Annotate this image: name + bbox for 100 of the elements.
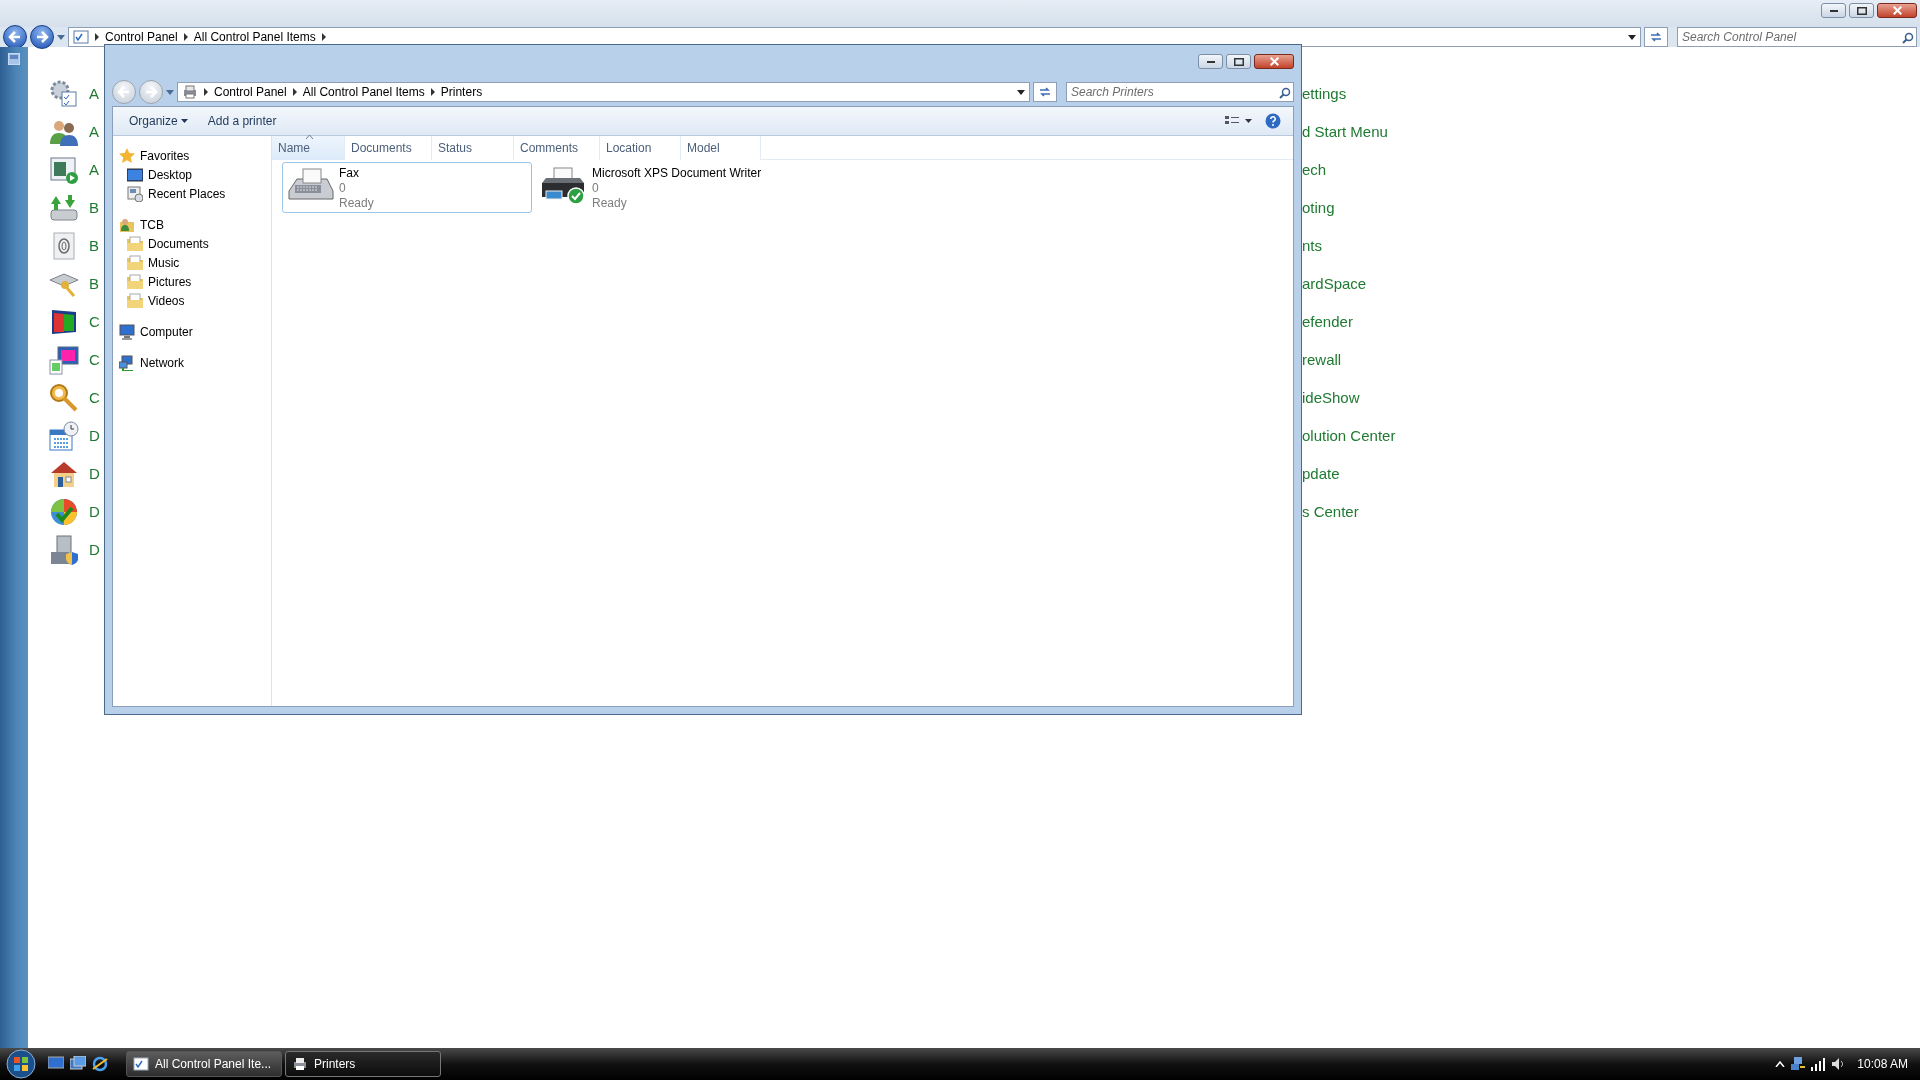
minimize-icon: [1206, 60, 1215, 63]
folder-icon: [127, 273, 143, 290]
item-link[interactable]: A: [89, 120, 99, 144]
checklist-icon: [133, 1057, 149, 1071]
forward-arrow-icon: [35, 30, 49, 44]
color-monitor-icon[interactable]: [48, 344, 80, 376]
item-link[interactable]: D: [89, 462, 100, 486]
nav-item[interactable]: Favorites: [113, 146, 271, 165]
nav-item[interactable]: Videos: [113, 291, 271, 310]
breadcrumb-item[interactable]: Control Panel: [105, 28, 178, 46]
close-button[interactable]: [1877, 3, 1917, 18]
item-link[interactable]: A: [89, 82, 99, 106]
printer-tile[interactable]: Microsoft XPS Document Writer 0 Ready: [535, 162, 785, 213]
breadcrumb-item[interactable]: Control Panel: [214, 83, 287, 101]
signal-icon[interactable]: [1811, 1057, 1826, 1071]
maximize-button[interactable]: [1849, 3, 1874, 18]
nav-item[interactable]: Recent Places: [113, 184, 271, 203]
nav-item[interactable]: TCB: [113, 215, 271, 234]
desktop-icon[interactable]: [48, 1056, 64, 1070]
item-link[interactable]: C: [89, 386, 100, 410]
maximize-icon: [1856, 6, 1867, 15]
column-header[interactable]: Comments: [514, 136, 600, 160]
refresh-button[interactable]: [1033, 82, 1057, 102]
search-field[interactable]: Search Control Panel: [1677, 27, 1917, 47]
server-shield-icon[interactable]: [48, 534, 80, 566]
item-link[interactable]: d Start Menu: [1302, 120, 1388, 144]
printer-tile[interactable]: Fax 0 Ready: [282, 162, 532, 213]
gadget-icon[interactable]: [8, 53, 20, 65]
item-link[interactable]: D: [89, 500, 100, 524]
start-button[interactable]: [6, 1049, 36, 1079]
maximize-icon: [1233, 57, 1244, 66]
show-hidden-icons-icon[interactable]: [1775, 1061, 1786, 1067]
breadcrumb-item[interactable]: All Control Panel Items: [302, 83, 425, 101]
item-link[interactable]: ardSpace: [1302, 272, 1367, 296]
item-link[interactable]: rewall: [1302, 348, 1342, 372]
breadcrumb-item[interactable]: All Control Panel Items: [193, 28, 316, 46]
maximize-button[interactable]: [1226, 54, 1251, 69]
item-link[interactable]: A: [89, 158, 99, 182]
item-link[interactable]: B: [89, 272, 99, 296]
address-bar[interactable]: Control Panel All Control Panel Items: [68, 27, 1641, 47]
dropdown-arrow-icon[interactable]: [1628, 34, 1636, 40]
forward-button[interactable]: [30, 25, 54, 49]
minimize-button[interactable]: [1821, 3, 1846, 18]
nav-item[interactable]: Music: [113, 253, 271, 272]
item-link[interactable]: C: [89, 310, 100, 334]
column-header[interactable]: Status: [432, 136, 514, 160]
item-link[interactable]: nts: [1302, 234, 1322, 258]
item-link[interactable]: oting: [1302, 196, 1335, 220]
search-icon[interactable]: [1279, 86, 1291, 99]
checklist-icon: [73, 30, 89, 44]
search-field[interactable]: Search Printers: [1066, 82, 1294, 102]
item-link[interactable]: D: [89, 538, 100, 562]
item-link[interactable]: s Center: [1302, 500, 1359, 524]
taskbar-button[interactable]: Printers: [285, 1051, 441, 1077]
nav-item[interactable]: Computer: [113, 322, 271, 341]
nav-item[interactable]: Pictures: [113, 272, 271, 291]
item-link[interactable]: pdate: [1302, 462, 1340, 486]
item-link[interactable]: B: [89, 196, 99, 220]
close-button[interactable]: [1254, 54, 1294, 69]
calendar-clock-icon[interactable]: [48, 420, 80, 452]
nav-item[interactable]: Network: [113, 353, 271, 372]
dropdown-arrow-icon[interactable]: [1017, 89, 1025, 95]
clock: 10:08 AM: [1857, 1056, 1908, 1073]
view-options-icon[interactable]: [1225, 115, 1253, 127]
item-link[interactable]: C: [89, 348, 100, 372]
column-header[interactable]: Documents: [345, 136, 432, 160]
window-play-icon[interactable]: [48, 154, 80, 186]
gear-icon[interactable]: [48, 78, 80, 110]
folder-icon: [127, 292, 143, 309]
taskbar-button[interactable]: All Control Panel Ite...: [126, 1051, 282, 1077]
item-link[interactable]: olution Center: [1302, 424, 1396, 448]
column-header[interactable]: Model: [681, 136, 761, 160]
volume-icon[interactable]: [1831, 1057, 1846, 1071]
item-link[interactable]: ech: [1302, 158, 1327, 182]
toolbar-button[interactable]: Organize: [125, 110, 192, 132]
column-header[interactable]: Location: [600, 136, 681, 160]
nav-item[interactable]: Documents: [113, 234, 271, 253]
folder-icon: [127, 235, 143, 252]
backup-icon[interactable]: [48, 192, 80, 224]
item-link[interactable]: B: [89, 234, 99, 258]
star-icon: [119, 147, 135, 164]
folder-icon: [127, 254, 143, 271]
minimize-button[interactable]: [1198, 54, 1223, 69]
help-icon[interactable]: [1265, 113, 1281, 129]
search-icon[interactable]: [1902, 31, 1914, 44]
refresh-button[interactable]: [1644, 27, 1668, 47]
recent-places-icon: [127, 185, 143, 202]
item-link[interactable]: ideShow: [1302, 386, 1360, 410]
nav-item[interactable]: Desktop: [113, 165, 271, 184]
breadcrumb-item[interactable]: Printers: [440, 83, 483, 101]
window-switch-icon[interactable]: [70, 1056, 86, 1070]
column-header[interactable]: Name: [272, 136, 345, 160]
close-icon: [1269, 57, 1279, 66]
item-link[interactable]: D: [89, 424, 100, 448]
address-bar[interactable]: Control Panel All Control Panel Items Printers: [177, 82, 1030, 102]
close-icon: [1892, 6, 1902, 15]
item-link[interactable]: efender: [1302, 310, 1353, 334]
toolbar-button[interactable]: Add a printer: [203, 110, 281, 132]
item-link[interactable]: ettings: [1302, 82, 1347, 106]
network-icon[interactable]: [1791, 1057, 1806, 1071]
